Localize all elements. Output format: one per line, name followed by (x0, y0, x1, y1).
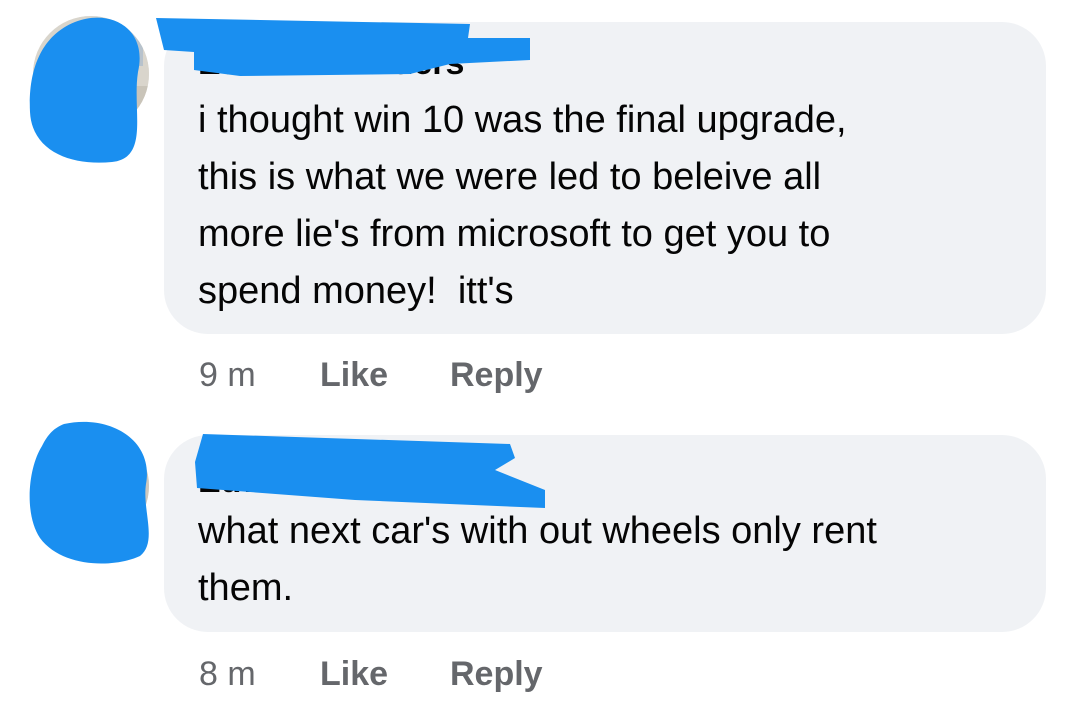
comment-actions: 8 m Like Reply (199, 655, 599, 699)
reply-button[interactable]: Reply (450, 655, 543, 694)
avatar-photo-icon (33, 428, 149, 544)
comment-text: what next car's with out wheels only ren… (198, 510, 877, 609)
comment-timestamp[interactable]: 8 m (199, 655, 256, 694)
avatar[interactable] (33, 16, 149, 132)
avatar[interactable] (33, 428, 149, 544)
avatar-photo-icon (33, 16, 149, 132)
comment-thread: Edward Sanders i thought win 10 was the … (0, 0, 1080, 714)
comment-author[interactable]: Edward Sanders (198, 462, 518, 498)
comment-actions: 9 m Like Reply (199, 356, 599, 400)
reply-button[interactable]: Reply (450, 356, 543, 395)
comment-text: i thought win 10 was the final upgrade, … (198, 99, 847, 312)
comment-timestamp[interactable]: 9 m (199, 356, 256, 395)
like-button[interactable]: Like (320, 356, 388, 395)
comment-author[interactable]: Edward Sanders (198, 44, 518, 80)
like-button[interactable]: Like (320, 655, 388, 694)
